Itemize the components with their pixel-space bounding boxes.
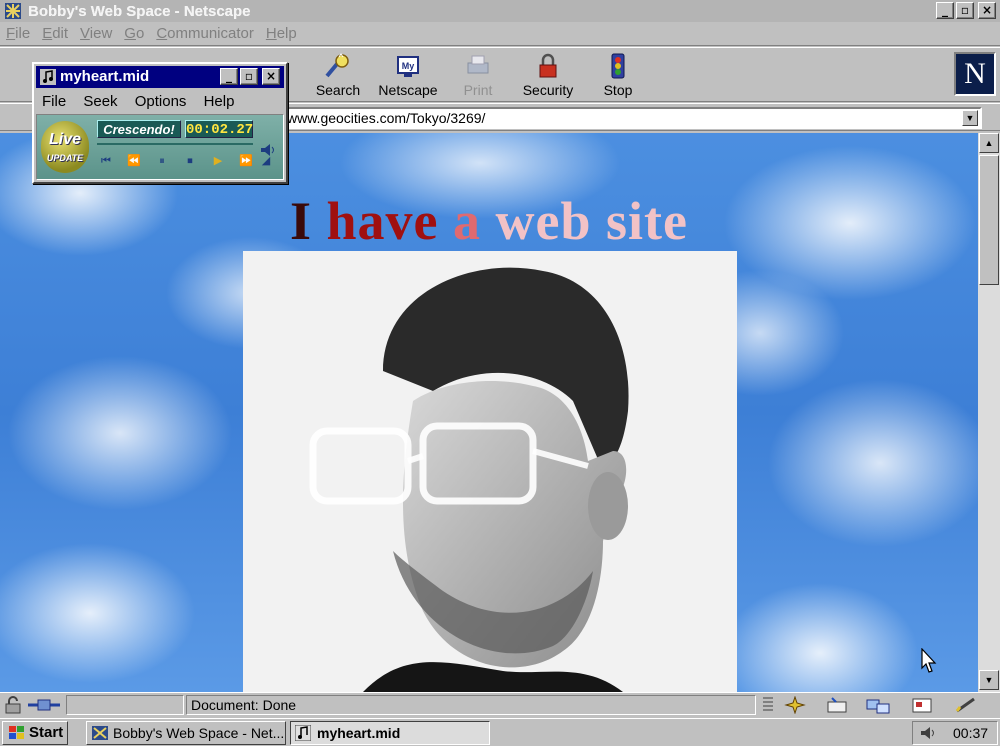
task-myheart-label: myheart.mid	[317, 725, 401, 741]
svg-text:My: My	[402, 61, 415, 71]
edit-pencil-icon[interactable]	[954, 696, 980, 714]
url-input[interactable]: www.geocities.com/Tokyo/3269/ ▼	[282, 107, 982, 129]
rewind-icon[interactable]: ⏪	[123, 151, 145, 171]
menu-file[interactable]: File	[0, 25, 36, 42]
player-minimize-button[interactable]: _	[220, 68, 238, 85]
playback-time: 00:02.27	[185, 120, 254, 138]
page-content: I have a web site	[0, 133, 978, 692]
start-label: Start	[29, 724, 64, 741]
lock-icon	[539, 53, 557, 78]
close-button[interactable]: ×	[978, 2, 996, 19]
search-button[interactable]: Search	[301, 52, 375, 100]
print-icon	[467, 55, 489, 74]
navigator-icon[interactable]	[784, 696, 806, 714]
search-icon	[325, 53, 349, 78]
discussion-icon[interactable]	[864, 696, 892, 714]
player-controls: Live UPDATE Crescendo! 00:02.27 ⏮ ⏪ ⏸ ⏹ …	[36, 114, 284, 180]
menu-go[interactable]: Go	[118, 25, 150, 42]
connection-icon	[28, 699, 60, 711]
windows-logo-icon	[9, 726, 24, 739]
resize-grip-icon[interactable]: ◢	[259, 151, 273, 171]
headline-word-3: a	[453, 191, 482, 251]
play-icon[interactable]: ▶	[207, 151, 229, 171]
player-close-button[interactable]: ×	[262, 68, 280, 85]
player-menu-file[interactable]: File	[36, 93, 73, 110]
portrait-illustration	[243, 251, 737, 692]
clock: 00:37	[953, 725, 989, 741]
player-menu-help[interactable]: Help	[198, 93, 242, 110]
portrait-photo	[243, 251, 737, 692]
url-text: www.geocities.com/Tokyo/3269/	[287, 110, 486, 126]
headline-word-5: site	[606, 191, 688, 251]
progress-panel	[66, 695, 184, 715]
pause-icon[interactable]: ⏸	[151, 151, 173, 171]
music-task-icon	[295, 725, 311, 741]
crescendo-player-window[interactable]: myheart.mid _ ▫ × File Seek Options Help…	[32, 62, 288, 184]
url-dropdown-button[interactable]: ▼	[962, 110, 978, 126]
task-netscape[interactable]: Bobby's Web Space - Net...	[86, 721, 286, 745]
search-button-label: Search	[315, 82, 361, 98]
live-update-badge[interactable]: Live UPDATE	[41, 121, 89, 173]
mouse-cursor-icon	[921, 648, 937, 673]
security-label: Security	[522, 82, 574, 98]
maximize-button[interactable]: ▫	[956, 2, 974, 19]
player-menu-seek[interactable]: Seek	[77, 93, 124, 110]
my-netscape-icon: My	[397, 56, 419, 77]
menu-view[interactable]: View	[74, 25, 118, 42]
stop-label: Stop	[603, 82, 633, 98]
menu-bar: File Edit View Go Communicator Help	[0, 22, 1000, 46]
menu-help[interactable]: Help	[260, 25, 303, 42]
scroll-up-button[interactable]: ▲	[979, 133, 999, 153]
fast-forward-icon[interactable]: ⏩	[235, 151, 257, 171]
composer-icon[interactable]	[910, 696, 934, 714]
security-button[interactable]: Security	[511, 52, 585, 100]
headline-word-2: have	[326, 191, 439, 251]
netscape-logo[interactable]: N	[954, 52, 996, 96]
player-title: myheart.mid	[60, 68, 150, 85]
netscape-app-icon	[5, 3, 21, 19]
live-badge-bottom: UPDATE	[46, 153, 84, 163]
page-headline: I have a web site	[0, 191, 978, 251]
stop-icon	[611, 53, 625, 79]
task-myheart[interactable]: myheart.mid	[290, 721, 490, 745]
security-status-icon[interactable]	[3, 696, 23, 714]
vertical-scrollbar[interactable]: ▲ ▼	[978, 133, 1000, 692]
music-note-icon	[40, 69, 56, 85]
mail-icon[interactable]	[824, 696, 850, 714]
my-netscape-label: Netscape	[378, 82, 438, 98]
live-badge-top: Live	[48, 131, 81, 148]
skip-to-start-icon[interactable]: ⏮	[95, 151, 117, 171]
netscape-task-icon	[92, 726, 108, 740]
menu-communicator[interactable]: Communicator	[150, 25, 260, 42]
page-icon[interactable]	[760, 696, 776, 714]
crescendo-label: Crescendo!	[97, 120, 181, 138]
stop-button[interactable]: Stop	[581, 52, 655, 100]
player-menu-options[interactable]: Options	[129, 93, 194, 110]
my-netscape-button[interactable]: My Netscape	[371, 52, 445, 100]
player-maximize-button[interactable]: ▫	[240, 68, 258, 85]
player-title-bar[interactable]: myheart.mid _ ▫ ×	[36, 66, 284, 88]
headline-word-1: I	[290, 191, 313, 251]
scroll-thumb[interactable]	[979, 155, 999, 285]
status-text: Document: Done	[186, 695, 756, 715]
menu-edit[interactable]: Edit	[36, 25, 74, 42]
print-label: Print	[463, 82, 493, 98]
status-bar: Document: Done	[0, 692, 1000, 716]
system-tray: 00:37	[912, 721, 998, 745]
window-title-bar[interactable]: Bobby's Web Space - Netscape _ ▫ ×	[0, 0, 1000, 22]
stop-playback-icon[interactable]: ⏹	[179, 151, 201, 171]
scroll-down-button[interactable]: ▼	[979, 670, 999, 690]
window-title: Bobby's Web Space - Netscape	[28, 2, 251, 20]
start-button[interactable]: Start	[2, 721, 68, 745]
minimize-button[interactable]: _	[936, 2, 954, 19]
speaker-icon[interactable]	[919, 725, 937, 741]
print-button[interactable]: Print	[441, 52, 515, 100]
taskbar: Start Bobby's Web Space - Net... myheart…	[0, 718, 1000, 746]
seek-track[interactable]	[97, 143, 253, 145]
task-netscape-label: Bobby's Web Space - Net...	[113, 725, 285, 741]
headline-word-4: web	[495, 191, 592, 251]
player-menu-bar: File Seek Options Help	[36, 91, 284, 113]
